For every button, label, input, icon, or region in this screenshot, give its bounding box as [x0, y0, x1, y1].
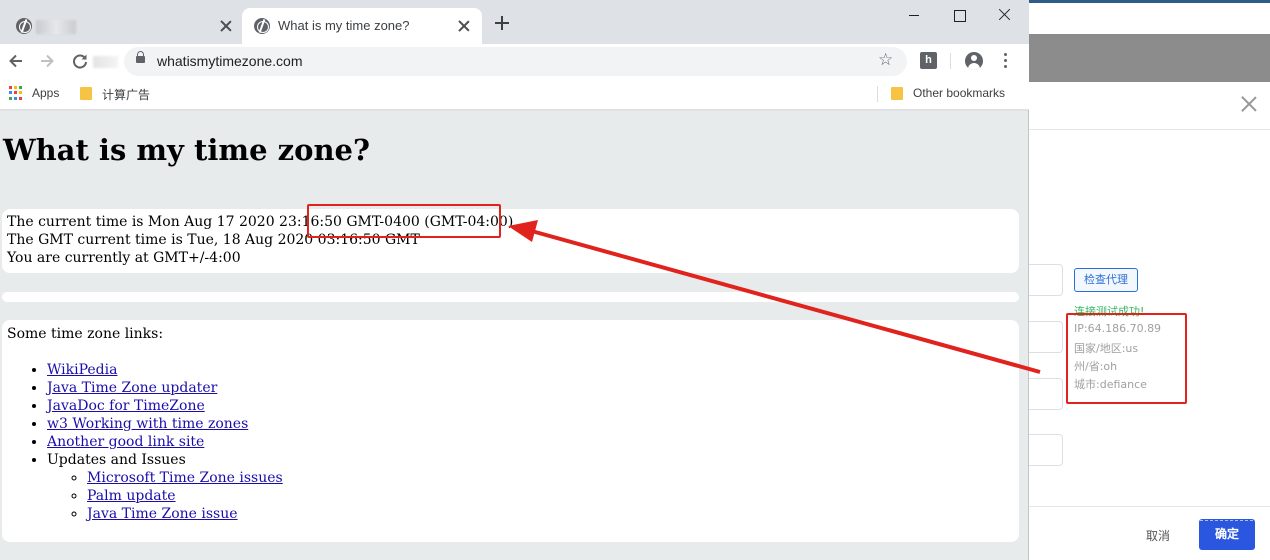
profile-icon[interactable] — [965, 52, 983, 70]
proxy-field-3[interactable] — [1029, 378, 1063, 410]
list-item: Java Time Zone updater — [47, 379, 283, 397]
links-box: Some time zone links: WikiPedia Java Tim… — [2, 320, 1019, 542]
list-item: w3 Working with time zones — [47, 415, 283, 433]
link-java-tz-updater[interactable]: Java Time Zone updater — [47, 380, 217, 396]
tab-inactive[interactable] — [4, 8, 242, 44]
browser-window: What is my time zone? whatismytimezone.c… — [0, 0, 1029, 560]
cancel-button[interactable]: 取消 — [1146, 527, 1170, 544]
window-close-icon[interactable] — [982, 4, 1028, 28]
background-app-overlay-bar — [1029, 34, 1270, 82]
link-another-good-site[interactable]: Another good link site — [47, 434, 204, 450]
bookmark-other[interactable]: Other bookmarks — [913, 86, 1005, 100]
list-item: Palm update — [87, 487, 283, 505]
dialog-close-icon[interactable] — [1241, 96, 1257, 112]
list-item: WikiPedia — [47, 361, 283, 379]
folder-icon — [891, 87, 903, 100]
tab-title-blurred — [36, 20, 76, 34]
back-arrow-icon[interactable] — [7, 52, 25, 70]
bookmark-folder-1[interactable]: 计算广告 — [102, 86, 150, 103]
list-item: Another good link site — [47, 433, 283, 451]
tab-active[interactable]: What is my time zone? — [242, 8, 482, 44]
redacted-icon — [93, 56, 118, 68]
tab-title: What is my time zone? — [278, 18, 410, 33]
link-microsoft-tz[interactable]: Microsoft Time Zone issues — [87, 470, 283, 486]
url-text: whatismytimezone.com — [157, 53, 303, 69]
page-content: What is my time zone? The current time i… — [0, 111, 1028, 560]
forward-arrow-icon[interactable] — [38, 52, 56, 70]
browser-toolbar: whatismytimezone.com ☆ h — [0, 44, 1029, 78]
minimize-icon[interactable] — [891, 4, 937, 28]
page-title: What is my time zone? — [3, 133, 370, 167]
background-app-header — [1029, 0, 1270, 34]
dialog-header-divider — [1029, 129, 1270, 130]
globe-icon — [254, 18, 270, 34]
ok-button[interactable]: 确定 — [1199, 519, 1255, 550]
apps-grid-icon[interactable] — [9, 86, 23, 100]
list-item: Updates and Issues Microsoft Time Zone i… — [47, 451, 283, 522]
star-icon[interactable]: ☆ — [878, 50, 893, 70]
proxy-field-2[interactable] — [1029, 321, 1063, 353]
links-heading: Some time zone links: — [7, 326, 164, 342]
links-list: WikiPedia Java Time Zone updater JavaDoc… — [47, 361, 283, 522]
ghost-watermark-text: 3.com — [1195, 507, 1268, 521]
plus-icon[interactable] — [494, 15, 510, 31]
tab-strip: What is my time zone? — [0, 0, 1029, 44]
extension-h-icon[interactable]: h — [920, 52, 937, 69]
list-item: Java Time Zone issue — [87, 505, 283, 523]
close-icon[interactable] — [458, 20, 470, 32]
check-proxy-button[interactable]: 检查代理 — [1074, 268, 1138, 292]
link-w3-time-zones[interactable]: w3 Working with time zones — [47, 416, 248, 432]
close-icon[interactable] — [220, 20, 232, 32]
link-javadoc-timezone[interactable]: JavaDoc for TimeZone — [47, 398, 205, 414]
highlight-proxy-info — [1066, 313, 1187, 404]
lock-icon — [136, 51, 145, 63]
sub-links-list: Microsoft Time Zone issues Palm update J… — [87, 469, 283, 523]
background-app-window: 检查代理 连接测试成功! IP:64.186.70.89 国家/地区:us 州/… — [1029, 0, 1270, 560]
globe-icon — [16, 18, 32, 34]
address-bar[interactable]: whatismytimezone.com ☆ — [124, 47, 907, 76]
bookmarks-bar: Apps 计算广告 Other bookmarks — [0, 78, 1029, 110]
list-item: JavaDoc for TimeZone — [47, 397, 283, 415]
highlight-gmt-offset — [307, 204, 501, 238]
proxy-field-1[interactable] — [1029, 264, 1063, 296]
menu-dots-icon[interactable] — [1004, 53, 1008, 69]
time-info-box: The current time is Mon Aug 17 2020 23:1… — [2, 209, 1019, 273]
toolbar-divider — [950, 53, 951, 69]
bookmarks-divider — [877, 86, 878, 102]
folder-icon — [80, 87, 92, 100]
reload-icon[interactable] — [71, 52, 89, 70]
proxy-field-4[interactable] — [1029, 434, 1063, 466]
list-item: Microsoft Time Zone issues — [87, 469, 283, 487]
empty-box — [2, 292, 1019, 302]
updates-label: Updates and Issues — [47, 452, 186, 468]
link-wikipedia[interactable]: WikiPedia — [47, 362, 117, 378]
offset-line: You are currently at GMT+/-4:00 — [7, 250, 241, 266]
bookmark-apps[interactable]: Apps — [32, 86, 59, 100]
link-java-tz-issue[interactable]: Java Time Zone issue — [87, 506, 238, 522]
link-palm-update[interactable]: Palm update — [87, 488, 176, 504]
maximize-icon[interactable] — [936, 4, 982, 28]
